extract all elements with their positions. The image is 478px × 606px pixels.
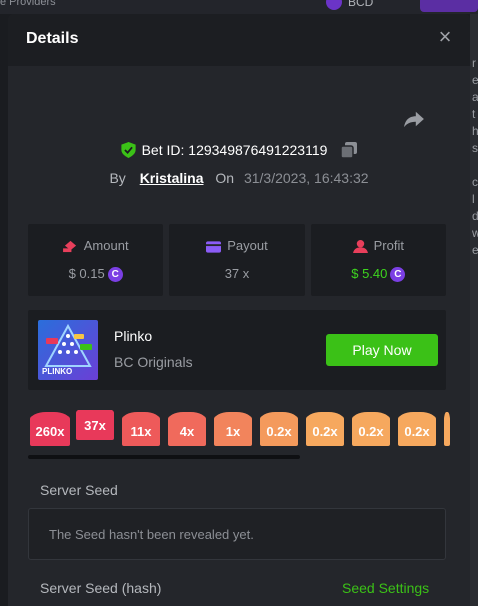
game-card: PLINKO Plinko BC Originals Play Now [28,310,446,390]
stat-amount: Amount $ 0.15 C [28,224,164,296]
background-text: t [472,107,476,121]
thumb-label: PLINKO [42,367,73,376]
seed-message: The Seed hasn't been revealed yet. [49,527,254,542]
background-text: l [472,192,475,206]
background-nav-text: e Providers [0,0,56,8]
currency-label: BCD [348,0,374,9]
multiplier-slot-partial [444,412,450,446]
profit-label: Profit [373,238,404,253]
details-modal: Details × Bet ID: 129349876491223119 By … [8,14,470,606]
bet-id-row: Bet ID: 129349876491223119 [8,142,470,161]
bet-meta-row: By Kristalina On 31/3/2023, 16:43:32 [8,170,470,186]
background-text: e [472,243,478,257]
server-seed-label: Server Seed [40,482,118,498]
close-button[interactable]: × [434,26,456,48]
modal-header: Details × [8,14,470,66]
multiplier-slot: 0.2x [398,412,436,446]
background-text: w [472,226,478,240]
multiplier-slot: 260x [30,412,70,446]
multiplier-slot: 1x [214,412,252,446]
background-text: a [472,90,478,104]
amount-icon [62,240,76,253]
stat-payout: Payout 37 x [169,224,305,296]
by-label: By [109,170,126,186]
multiplier-slot: 11x [122,412,160,446]
multiplier-slot: 0.2x [306,412,344,446]
coin-icon: C [390,267,406,283]
payout-value: 37 x [224,266,250,281]
background-text: h [472,124,478,138]
user-link[interactable]: Kristalina [140,170,204,186]
background-text: r [472,56,476,70]
server-seed-box: The Seed hasn't been revealed yet. [28,508,446,560]
multiplier-slot: 37x [76,410,114,440]
game-provider: BC Originals [114,354,193,370]
payout-icon [206,240,222,253]
background-header: e Providers BCD [0,0,478,14]
profit-icon [352,240,368,254]
background-text: c [472,175,478,189]
bet-date: 31/3/2023, 16:43:32 [243,170,369,186]
bet-stats: Amount $ 0.15 C Payout 37 x Profit $ 5.40… [28,224,446,296]
modal-title: Details [26,30,79,47]
multiplier-slot: 0.2x [260,412,298,446]
multiplier-slot: 4x [168,412,206,446]
currency-coin-icon [326,0,342,10]
background-text: s [472,141,478,155]
multiplier-row: 260x 37x 11x 4x 1x 0.2x 0.2x 0.2x 0.2x [30,410,470,460]
multiplier-slot: 0.2x [352,412,390,446]
game-thumbnail[interactable]: PLINKO [38,320,98,380]
seed-settings-link[interactable]: Seed Settings [342,580,429,596]
amount-label: Amount [83,238,129,253]
game-name: Plinko [114,328,153,344]
copy-icon[interactable] [341,142,358,158]
background-text: e [472,73,478,87]
background-text: d [472,209,478,223]
share-icon[interactable] [403,110,425,128]
multiplier-scrollbar[interactable] [28,455,300,459]
coin-icon: C [107,267,123,283]
profit-value: $ 5.40 [351,266,388,281]
verified-shield-icon [120,142,136,158]
server-seed-hash-label: Server Seed (hash) [40,580,162,596]
play-now-button[interactable]: Play Now [326,334,438,366]
amount-value: $ 0.15 [68,266,105,281]
bet-id: Bet ID: 129349876491223119 [141,142,328,158]
background-page-edge: reathscldwe [470,14,478,606]
wallet-button[interactable] [420,0,478,12]
on-label: On [215,170,235,186]
payout-label: Payout [227,238,268,253]
stat-profit: Profit $ 5.40 C [310,224,446,296]
